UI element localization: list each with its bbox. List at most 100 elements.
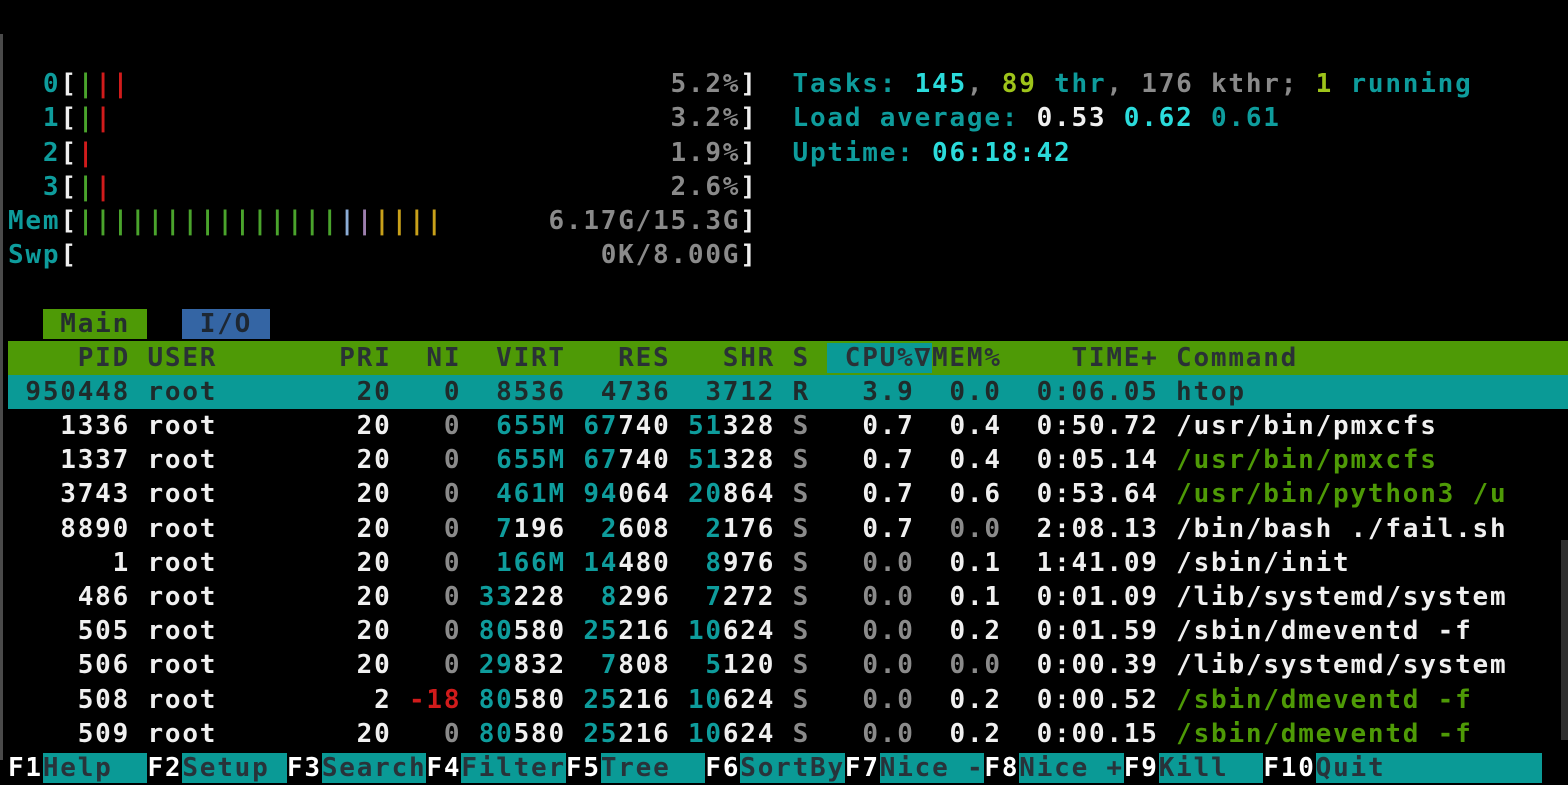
meter-bracket: [ (60, 69, 77, 99)
text-segment: 0:00.52 (1002, 685, 1159, 715)
fkey-f3-label[interactable]: Search (322, 753, 427, 783)
text-segment: 2:08.13 (1002, 514, 1159, 544)
memory-meter: Mem[||||||||||||||||||||| 6.17G/15.3G] (8, 204, 1568, 238)
text-segment: 3743 root 20 (8, 479, 392, 509)
function-key-bar: F1Help F2Setup F3SearchF4FilterF5Tree F6… (8, 751, 1568, 785)
fkey-f5-label[interactable]: Tree (601, 753, 706, 783)
column-headers[interactable]: MEM% TIME+ Command (932, 343, 1568, 373)
text-segment: 196 (514, 514, 566, 544)
threads-count: 89 (1002, 69, 1037, 99)
text-segment (1159, 479, 1176, 509)
text-segment: S (775, 685, 810, 715)
text-segment (130, 69, 670, 99)
process-row[interactable]: 3743 root 20 0 461M 94064 20864 S 0.7 0.… (8, 477, 1568, 511)
cpu-tick: | (95, 172, 112, 202)
text-segment: 25 (583, 685, 618, 715)
fkey-f8-label[interactable]: Nice + (1019, 753, 1124, 783)
text-segment: 1337 root 20 (8, 445, 392, 475)
text-segment (671, 685, 688, 715)
text-segment: 228 (514, 582, 566, 612)
text-segment: 0:01.59 (1002, 616, 1159, 646)
text-segment: /sbin/init (1159, 548, 1351, 578)
text-segment: 67 (583, 445, 618, 475)
text-segment: 0.1 (932, 548, 1002, 578)
nice-negative: -18 (409, 685, 461, 715)
fkey-f4-label[interactable]: Filter (461, 753, 566, 783)
text-segment: 0.6 (932, 479, 1002, 509)
text-segment (566, 685, 583, 715)
cpu3-percent: 2.6% (671, 172, 741, 202)
fkey-f6[interactable]: F6 (705, 753, 740, 783)
meter-row-cpu1: 1[|| 3.2%] Load average: 0.53 0.62 0.61 (8, 101, 1568, 135)
fkey-f7-label[interactable]: Nice - (880, 753, 985, 783)
fkey-f10[interactable]: F10 (1263, 753, 1315, 783)
text-segment (566, 582, 601, 612)
meter-bracket: ] (740, 103, 757, 133)
meter-bracket: [ (60, 240, 77, 270)
tasks-label: Tasks: (793, 69, 915, 99)
process-row[interactable]: 1337 root 20 0 655M 67740 51328 S 0.7 0.… (8, 443, 1568, 477)
text-segment (461, 411, 496, 441)
column-headers[interactable]: PID USER PRI NI VIRT RES SHR S (8, 343, 827, 373)
text-segment: /lib/systemd/system (1159, 650, 1508, 680)
text-segment (915, 582, 932, 612)
tab-main[interactable]: Main (43, 309, 148, 339)
text-segment: 740 (618, 445, 670, 475)
uptime-label: Uptime: (793, 138, 932, 168)
text-segment: /usr/bin/python3 /u (1176, 479, 1507, 509)
text-segment: 976 (723, 548, 775, 578)
text-segment (95, 138, 670, 168)
text-segment: 0.7 (810, 479, 915, 509)
text-segment: 064 (618, 479, 670, 509)
fkey-f8[interactable]: F8 (984, 753, 1019, 783)
process-table-header[interactable]: PID USER PRI NI VIRT RES SHR S CPU%∇MEM%… (8, 341, 1568, 375)
text-segment: 808 (618, 650, 670, 680)
text-segment: 509 root 20 (8, 719, 392, 749)
column-cpu-sorted[interactable]: CPU% (827, 343, 914, 373)
process-row[interactable]: 505 root 20 0 80580 25216 10624 S 0.0 0.… (8, 614, 1568, 648)
fkey-f2[interactable]: F2 (147, 753, 182, 783)
tasks-count: 145 (915, 69, 967, 99)
text-segment: 0.4 (932, 445, 1002, 475)
fkey-f10-label[interactable]: Quit (1316, 753, 1543, 783)
text-segment (1159, 445, 1176, 475)
text-segment: 0.0 (810, 582, 915, 612)
fkey-f4[interactable]: F4 (426, 753, 461, 783)
process-row[interactable]: 486 root 20 0 33228 8296 7272 S 0.0 0.1 … (8, 580, 1568, 614)
text-segment: 0 (392, 548, 462, 578)
fkey-f6-label[interactable]: SortBy (740, 753, 845, 783)
cpu1-percent: 3.2% (671, 103, 741, 133)
fkey-f9[interactable]: F9 (1124, 753, 1159, 783)
fkey-f9-label[interactable]: Kill (1159, 753, 1264, 783)
text-segment: S (775, 479, 810, 509)
fkey-f1[interactable]: F1 (8, 753, 43, 783)
text-segment: 7 (601, 650, 618, 680)
swap-usage-text: 0K/8.00G (601, 240, 740, 270)
process-row[interactable]: 8890 root 20 0 7196 2608 2176 S 0.7 0.0 … (8, 512, 1568, 546)
text-segment: 216 (618, 616, 670, 646)
process-row-selected[interactable]: 950448 root 20 0 8536 4736 3712 R 3.9 0.… (8, 375, 1568, 409)
meter-bracket: [ (60, 103, 77, 133)
text-segment: S (775, 650, 810, 680)
meter-row-cpu3: 3[|| 2.6%] (8, 170, 1568, 204)
text-segment: 216 (618, 719, 670, 749)
process-row[interactable]: 509 root 20 0 80580 25216 10624 S 0.0 0.… (8, 717, 1568, 751)
fkey-f7[interactable]: F7 (845, 753, 880, 783)
text-segment (915, 411, 932, 441)
process-row[interactable]: 1 root 20 0 166M 14480 8976 S 0.0 0.1 1:… (8, 546, 1568, 580)
sort-arrow-icon[interactable]: ∇ (915, 343, 932, 373)
fkey-f3[interactable]: F3 (287, 753, 322, 783)
process-row[interactable]: 506 root 20 0 29832 7808 5120 S 0.0 0.0 … (8, 648, 1568, 682)
process-row[interactable]: 508 root 2 -18 80580 25216 10624 S 0.0 0… (8, 683, 1568, 717)
fkey-f2-label[interactable]: Setup (182, 753, 287, 783)
process-row[interactable]: 1336 root 20 0 655M 67740 51328 S 0.7 0.… (8, 409, 1568, 443)
text-segment (1159, 685, 1176, 715)
text-segment: 0.7 (810, 445, 915, 475)
meter-bracket: [ (60, 206, 77, 236)
meter-bracket: ] (740, 138, 757, 168)
text-segment: 33 (479, 582, 514, 612)
tab-io[interactable]: I/O (182, 309, 269, 339)
fkey-f5[interactable]: F5 (566, 753, 601, 783)
fkey-f1-label[interactable]: Help (43, 753, 148, 783)
text-segment (671, 582, 706, 612)
